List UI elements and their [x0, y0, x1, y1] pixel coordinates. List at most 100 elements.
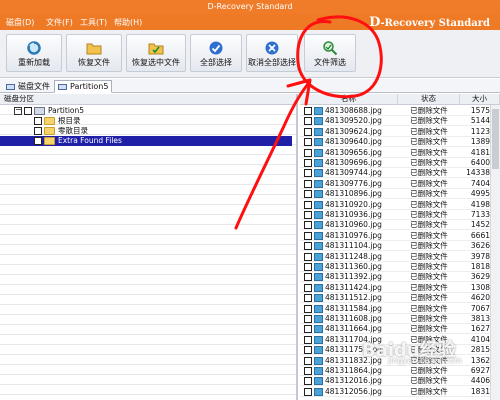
tree-node-lost-dir[interactable]: 零散目录: [0, 126, 296, 136]
file-row[interactable]: 481311248.jpg 已删除文件 3978: [300, 252, 500, 262]
file-row[interactable]: 481311424.jpg 已删除文件 1308: [300, 283, 500, 293]
file-row[interactable]: 481310976.jpg 已删除文件 6661: [300, 231, 500, 241]
menu-help[interactable]: 帮助(H): [114, 17, 142, 28]
file-checkbox[interactable]: [304, 325, 312, 334]
file-row[interactable]: 481309656.jpg 已删除文件 4181: [300, 148, 500, 158]
tree-checkbox[interactable]: [34, 117, 42, 125]
drive-icon: [34, 107, 45, 115]
file-checkbox[interactable]: [304, 263, 312, 271]
file-checkbox[interactable]: [304, 346, 312, 355]
file-row[interactable]: 481311104.jpg 已删除文件 3626: [300, 241, 500, 252]
file-name: 481309776.jpg: [325, 178, 382, 188]
vertical-scrollbar[interactable]: [490, 105, 500, 400]
column-status[interactable]: 状态: [398, 94, 460, 105]
file-row[interactable]: 481309776.jpg 已删除文件 7404: [300, 179, 500, 189]
tree-checkbox[interactable]: [24, 107, 32, 115]
scrollbar-thumb[interactable]: [492, 109, 499, 169]
file-checkbox[interactable]: [304, 377, 312, 386]
file-size: 14338: [466, 168, 490, 178]
reload-button[interactable]: 重新加载: [6, 34, 62, 72]
file-status: 已删除文件: [410, 262, 448, 271]
file-row[interactable]: 481311664.jpg 已删除文件 1627: [300, 324, 500, 335]
file-checkbox[interactable]: [304, 283, 312, 292]
file-checkbox[interactable]: [304, 200, 312, 209]
tab-partition5[interactable]: Partition5: [54, 80, 113, 93]
collapse-toggle[interactable]: [14, 105, 22, 115]
tree-node-root-dir[interactable]: 根目录: [0, 116, 296, 126]
file-row[interactable]: 481309696.jpg 已删除文件 6400: [300, 158, 500, 168]
file-checkbox[interactable]: [304, 107, 312, 115]
file-row[interactable]: 481310936.jpg 已删除文件 7133: [300, 210, 500, 220]
column-name[interactable]: 名称: [300, 94, 398, 105]
file-checkbox[interactable]: [304, 221, 312, 230]
file-status: 已删除文件: [410, 126, 448, 136]
tree-checkbox[interactable]: [34, 127, 42, 135]
file-size: 1389: [470, 137, 490, 147]
file-row[interactable]: 481310896.jpg 已删除文件 4995: [300, 189, 500, 200]
file-status: 已删除文件: [410, 158, 448, 167]
deselect-all-button[interactable]: 取消全部选择: [246, 34, 298, 72]
file-row[interactable]: 481309640.jpg 已删除文件 1389: [300, 137, 500, 148]
file-checkbox[interactable]: [304, 169, 312, 178]
file-filter-button[interactable]: 文件筛选: [304, 34, 356, 72]
recover-selected-label: 恢复选中文件: [132, 58, 180, 67]
folder-icon: [44, 137, 55, 145]
image-file-icon: [314, 304, 323, 313]
reload-label: 重新加载: [18, 58, 50, 67]
recover-file-label: 恢复文件: [78, 58, 110, 67]
menu-file[interactable]: 文件(F): [46, 17, 73, 28]
file-name: 481310976.jpg: [325, 230, 382, 240]
tree-node-partition5[interactable]: Partition5: [0, 105, 296, 116]
file-row[interactable]: 481311512.jpg 已删除文件 4620: [300, 293, 500, 304]
file-row[interactable]: 481309624.jpg 已删除文件 1123: [300, 127, 500, 137]
file-row[interactable]: 481310920.jpg 已删除文件 4198: [300, 200, 500, 210]
image-file-icon: [314, 283, 323, 292]
file-checkbox[interactable]: [304, 387, 312, 396]
file-checkbox[interactable]: [304, 335, 312, 344]
file-row[interactable]: 481312056.jpg 已删除文件 1831: [300, 387, 500, 397]
file-checkbox[interactable]: [304, 117, 312, 126]
file-row[interactable]: 481309520.jpg 已删除文件 5144: [300, 116, 500, 127]
file-row[interactable]: 481309744.jpg 已删除文件 14338: [300, 168, 500, 179]
file-name: 481310920.jpg: [325, 199, 382, 209]
file-name: 481309624.jpg: [325, 126, 382, 136]
file-checkbox[interactable]: [304, 273, 312, 282]
file-checkbox[interactable]: [304, 252, 312, 261]
tab-disk-files[interactable]: 磁盘文件: [2, 80, 54, 93]
file-checkbox[interactable]: [304, 242, 312, 251]
file-row[interactable]: 481311392.jpg 已删除文件 3629: [300, 272, 500, 283]
tree-checkbox[interactable]: [34, 137, 42, 145]
recover-selected-button[interactable]: 恢复选中文件: [126, 34, 186, 72]
file-checkbox[interactable]: [304, 148, 312, 157]
file-checkbox[interactable]: [304, 304, 312, 313]
recover-selected-icon: [148, 43, 164, 55]
file-row[interactable]: 481311360.jpg 已删除文件 1818: [300, 262, 500, 272]
file-checkbox[interactable]: [304, 231, 312, 240]
file-checkbox[interactable]: [304, 179, 312, 188]
file-row[interactable]: 481311608.jpg 已删除文件 3813: [300, 314, 500, 324]
select-all-button[interactable]: 全部选择: [190, 34, 242, 72]
file-checkbox[interactable]: [304, 138, 312, 147]
file-row[interactable]: 481310960.jpg 已删除文件 1452: [300, 220, 500, 231]
file-row[interactable]: 481308688.jpg 已删除文件 1575: [300, 106, 500, 116]
column-size[interactable]: 大小: [460, 94, 500, 105]
file-size: 4406: [470, 376, 490, 386]
file-checkbox[interactable]: [304, 159, 312, 167]
file-checkbox[interactable]: [304, 211, 312, 219]
folder-icon: [44, 117, 55, 125]
file-checkbox[interactable]: [304, 315, 312, 323]
file-checkbox[interactable]: [304, 127, 312, 136]
file-checkbox[interactable]: [304, 294, 312, 303]
file-row[interactable]: 481311864.jpg 已删除文件 6927: [300, 366, 500, 376]
file-row[interactable]: 481311584.jpg 已删除文件 7067: [300, 304, 500, 314]
recover-file-button[interactable]: 恢复文件: [66, 34, 122, 72]
file-checkbox[interactable]: [304, 356, 312, 365]
file-checkbox[interactable]: [304, 367, 312, 375]
menu-disk[interactable]: 磁盘(D): [6, 17, 34, 28]
file-row[interactable]: 481312016.jpg 已删除文件 4406: [300, 376, 500, 387]
menu-tools[interactable]: 工具(T): [80, 17, 107, 28]
file-checkbox[interactable]: [304, 190, 312, 199]
file-name: 481309520.jpg: [325, 116, 382, 126]
tree-node-extra-found-files[interactable]: Extra Found Files: [0, 136, 296, 146]
watermark-url: jingyan.baidu.com: [388, 356, 462, 365]
